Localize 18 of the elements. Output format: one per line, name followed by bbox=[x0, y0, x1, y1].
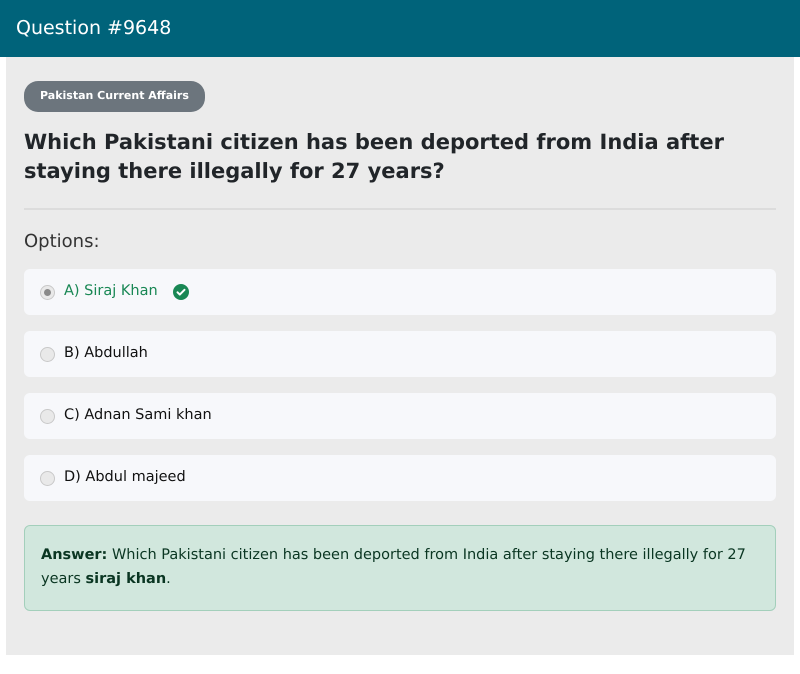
radio-button[interactable] bbox=[40, 284, 55, 300]
radio-button[interactable] bbox=[40, 408, 55, 424]
option-label: A) Siraj Khan bbox=[64, 282, 158, 302]
check-circle-icon bbox=[172, 284, 189, 300]
option-label: C) Adnan Sami khan bbox=[64, 406, 212, 426]
category-tag: Pakistan Current Affairs bbox=[24, 81, 205, 112]
radio-button[interactable] bbox=[40, 346, 55, 362]
radio-button[interactable] bbox=[40, 470, 55, 486]
question-text: Which Pakistani citizen has been deported from India after staying there illegally for 27 years? bbox=[24, 128, 725, 185]
options-label: Options: bbox=[24, 230, 101, 254]
option-row[interactable]: D) Abdul majeed bbox=[24, 455, 776, 502]
option-row[interactable]: C) Adnan Sami khan bbox=[24, 393, 776, 440]
option-row[interactable]: B) Abdullah bbox=[24, 331, 776, 378]
question-title: Question #9648 bbox=[16, 16, 172, 42]
option-label: B) Abdullah bbox=[64, 344, 148, 364]
option-label: D) Abdul majeed bbox=[64, 468, 186, 488]
answer-text: Answer: Which Pakistani citizen has been deported from India after staying there illegally for 27 years siraj khan. bbox=[24, 525, 776, 612]
option-row[interactable]: A) Siraj Khan bbox=[24, 269, 776, 316]
